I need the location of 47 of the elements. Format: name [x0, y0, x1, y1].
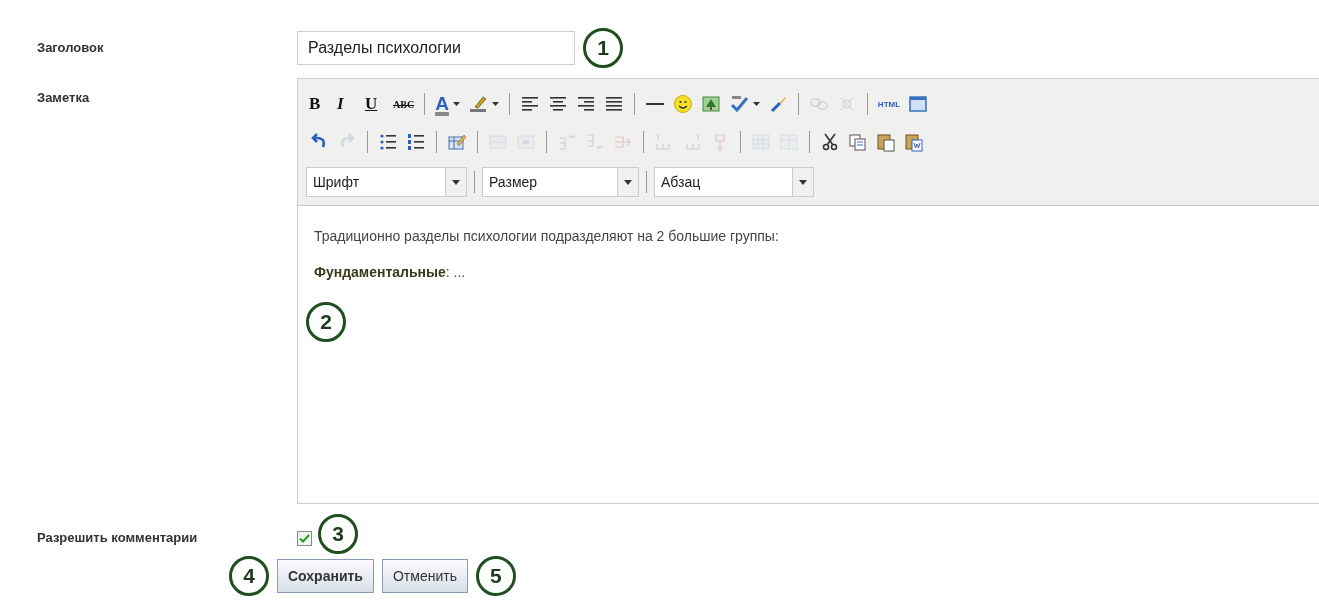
paste-icon	[876, 132, 896, 152]
spellcheck-icon	[728, 94, 749, 114]
caret-icon	[799, 179, 807, 185]
save-button[interactable]: Сохранить	[277, 559, 374, 593]
underline-button[interactable]: U	[362, 90, 388, 118]
paragraph: Традиционно разделы психологии подразделяют на 2 большие группы:	[314, 228, 780, 244]
justify-icon	[603, 94, 624, 114]
numbers-icon	[406, 132, 426, 152]
cancel-button[interactable]: Отменить	[381, 559, 468, 593]
smiley-icon	[672, 94, 693, 114]
caret-icon	[452, 179, 460, 185]
title-field[interactable]: Разделы психологии	[297, 31, 575, 65]
caret-icon	[624, 179, 632, 185]
paste-word-icon	[904, 132, 924, 152]
callout-number: 1	[583, 28, 623, 68]
italic-button[interactable]: I	[334, 90, 360, 118]
callout-number: 5	[475, 556, 516, 596]
copy-icon	[848, 132, 868, 152]
editor-content[interactable]: Традиционно разделы психологии подразделяют на 2 большие группы: Фундаментальные: ... 2	[298, 205, 1319, 503]
paragraph: Фундаментальные: ...	[314, 264, 467, 280]
callout-number: 3	[318, 514, 358, 554]
callout-number: 2	[306, 302, 346, 342]
caret-icon	[752, 102, 760, 106]
checkbox-label: Разрешить комментарии	[37, 529, 199, 545]
field-label: Заметка	[37, 89, 91, 105]
checkbox[interactable]	[297, 530, 312, 546]
dropdown-select[interactable]: Размер	[482, 167, 639, 197]
highlight-icon	[467, 94, 488, 114]
window-icon	[908, 94, 929, 114]
strike-button[interactable]: ABC	[390, 90, 418, 118]
dropdown-select[interactable]: Шрифт	[306, 167, 467, 197]
caret-icon	[491, 102, 499, 106]
check-icon	[299, 533, 310, 543]
align-right-icon	[575, 94, 596, 114]
bullets-icon	[378, 132, 398, 152]
callout-number: 4	[229, 556, 269, 596]
html-button[interactable]: HTML	[874, 90, 904, 118]
cut-icon	[820, 132, 840, 152]
align-left-icon	[519, 94, 540, 114]
field-label: Заголовок	[37, 39, 105, 55]
image-icon	[700, 94, 721, 114]
caret-icon	[452, 102, 460, 106]
dropdown-select[interactable]: Абзац	[654, 167, 814, 197]
table-edit-icon	[447, 132, 467, 152]
align-center-icon	[547, 94, 568, 114]
font-color-button[interactable]: A	[432, 90, 463, 118]
bold-button[interactable]: B	[306, 90, 332, 118]
